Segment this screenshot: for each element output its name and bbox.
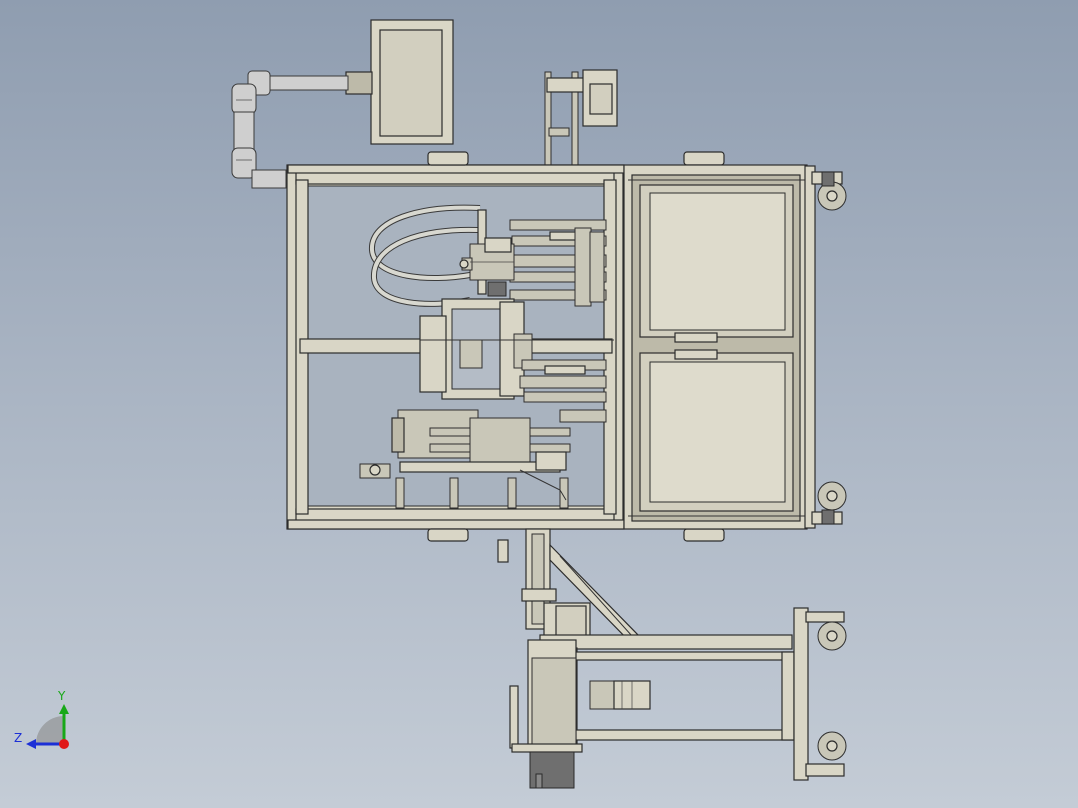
coordinate-triad	[26, 704, 69, 749]
y-axis-label: Y	[57, 689, 66, 703]
casters-lower	[793, 607, 847, 781]
cabinet-right	[623, 164, 808, 530]
blower-unit	[509, 639, 583, 789]
cad-viewport[interactable]: Y Z	[0, 0, 1078, 808]
fan-motor	[589, 680, 651, 710]
machine-assembly-drawing[interactable]: Y Z	[0, 0, 1078, 808]
hmi-monitor	[345, 19, 454, 145]
z-axis-label: Z	[14, 731, 22, 745]
casters-right	[804, 165, 847, 529]
